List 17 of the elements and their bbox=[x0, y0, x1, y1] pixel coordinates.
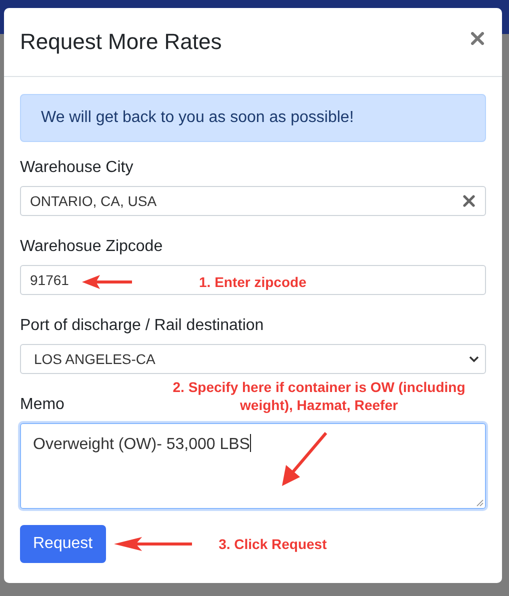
clear-icon[interactable] bbox=[463, 195, 475, 207]
instruction-note: 3. Click Request bbox=[218, 536, 327, 552]
chevron-down-icon bbox=[469, 356, 479, 363]
resize-grip-icon[interactable] bbox=[476, 499, 484, 507]
instruction-note: 1. Enter zipcode bbox=[199, 274, 306, 290]
field-label: Port of discharge / Rail destination bbox=[20, 317, 264, 335]
memo-field[interactable]: Overweight (OW)- 53,000 LBS bbox=[20, 423, 486, 509]
field-label: Memo bbox=[20, 396, 64, 414]
city-field[interactable]: ONTARIO, CA, USA bbox=[20, 186, 486, 216]
field-label: Warehouse City bbox=[20, 159, 134, 177]
field-label: Warehosue Zipcode bbox=[20, 238, 163, 256]
info-alert: We will get back to you as soon as possible! bbox=[20, 94, 486, 142]
port-dropdown[interactable]: LOS ANGELES-CA bbox=[20, 344, 486, 374]
dialog-title: Request More Rates bbox=[20, 29, 222, 55]
instruction-note: 2. Specify here if container is OW (including weight), Hazmat, Reefer bbox=[172, 378, 466, 414]
request-button[interactable]: Request bbox=[20, 525, 106, 563]
close-icon[interactable] bbox=[471, 32, 484, 44]
